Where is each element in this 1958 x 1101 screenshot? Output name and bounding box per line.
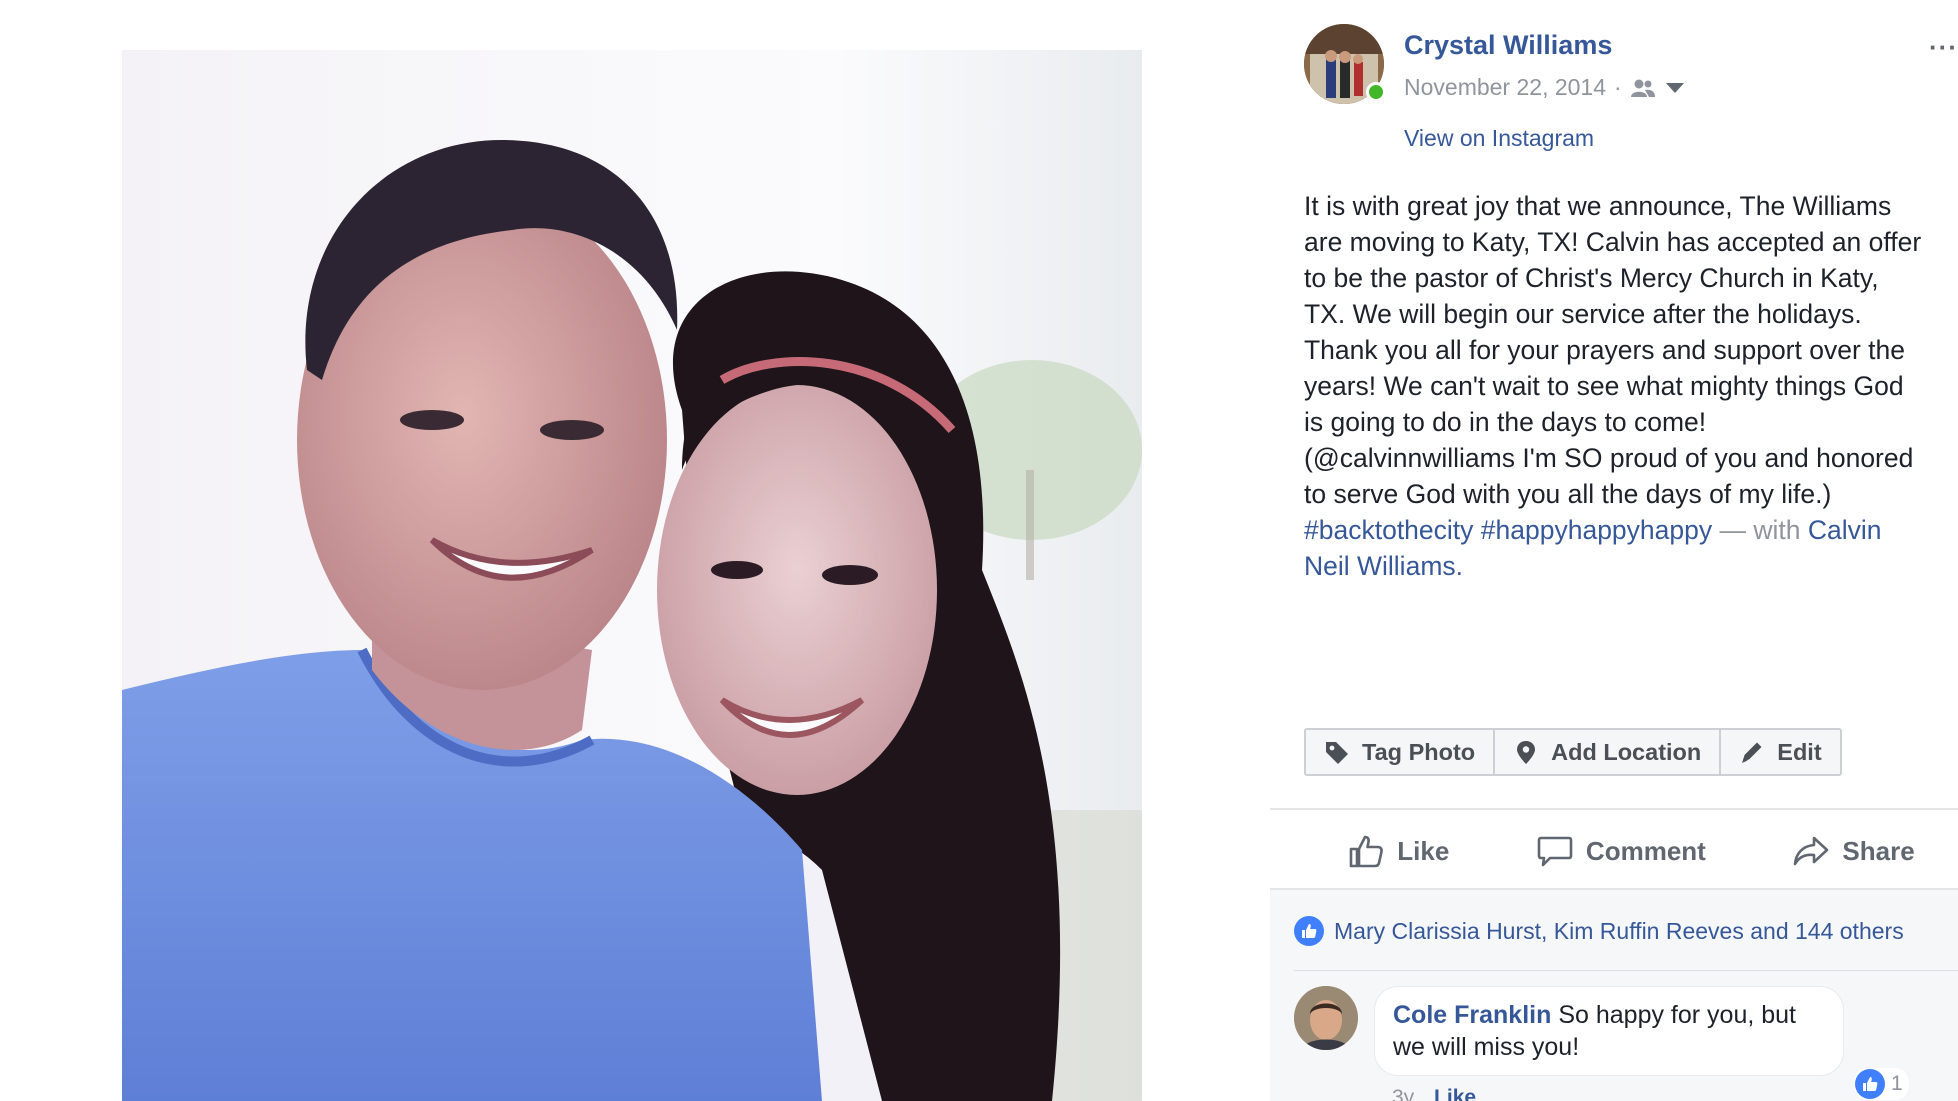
thumbs-up-icon: [1349, 835, 1384, 868]
with-text: — with: [1719, 515, 1801, 545]
like-button[interactable]: Like: [1347, 832, 1449, 870]
comment-like-link[interactable]: Like: [1434, 1086, 1476, 1101]
comment-reaction-count[interactable]: 1: [1854, 1068, 1909, 1100]
share-button[interactable]: Share: [1792, 832, 1915, 870]
hashtag-link[interactable]: #happyhappyhappy: [1481, 515, 1712, 545]
view-on-instagram-link[interactable]: View on Instagram: [1404, 125, 1594, 152]
friends-icon[interactable]: [1630, 78, 1656, 98]
comment-like-count: 1: [1891, 1072, 1903, 1095]
post-caption: It is with great joy that we announce, T…: [1304, 191, 1922, 509]
edit-button[interactable]: Edit: [1721, 730, 1839, 774]
add-location-button[interactable]: Add Location: [1495, 730, 1722, 774]
tag-photo-button[interactable]: Tag Photo: [1306, 730, 1496, 774]
location-pin-icon: [1517, 741, 1536, 764]
post-meta: November 22, 2014 ·: [1404, 74, 1684, 101]
caption-tags: #backtothecity #happyhappyhappy — with C…: [1304, 512, 1958, 584]
share-label: Share: [1842, 835, 1915, 866]
comment-bubble-icon: [1537, 836, 1573, 867]
comment-bubble: Cole Franklin So happy for you, but we w…: [1374, 986, 1844, 1076]
like-label: Like: [1397, 835, 1450, 866]
commenter-name[interactable]: Cole Franklin: [1393, 1001, 1551, 1029]
commenter-avatar[interactable]: [1294, 986, 1358, 1050]
author-name[interactable]: Crystal Williams: [1404, 30, 1612, 61]
divider: [1270, 808, 1958, 810]
photo-actions-group: Tag Photo Add Location Edit: [1304, 728, 1842, 776]
comment-button[interactable]: Comment: [1536, 832, 1706, 870]
divider: [1294, 970, 1958, 971]
share-arrow-icon: [1794, 836, 1829, 866]
comment-time[interactable]: 3y: [1392, 1086, 1414, 1101]
add-location-label: Add Location: [1551, 738, 1702, 765]
like-reaction-icon: [1855, 1069, 1885, 1099]
tag-icon: [1326, 742, 1348, 764]
comment-label: Comment: [1585, 835, 1706, 866]
feedback-section: Mary Clarissia Hurst, Kim Ruffin Reeves …: [1270, 890, 1958, 1101]
post-photo[interactable]: [122, 50, 1142, 1101]
edit-label: Edit: [1777, 738, 1822, 765]
tag-photo-label: Tag Photo: [1362, 738, 1476, 765]
caret-down-icon[interactable]: [1665, 82, 1684, 93]
post-action-bar: Like Comment Share: [1304, 818, 1958, 884]
online-status-dot: [1366, 82, 1386, 102]
comment-meta: 3y Like: [1392, 1086, 1476, 1101]
couple-selfie-image: [122, 50, 1142, 1101]
more-options-button[interactable]: ···: [1929, 32, 1958, 63]
post-date[interactable]: November 22, 2014: [1404, 74, 1606, 101]
tagged-person-link[interactable]: Neil Williams.: [1304, 551, 1463, 581]
hashtag-link[interactable]: #backtothecity: [1304, 515, 1473, 545]
reactions-text: Mary Clarissia Hurst, Kim Ruffin Reeves …: [1334, 917, 1904, 944]
photo-viewer: [0, 0, 1270, 1101]
post-side-panel: Crystal Williams ··· November 22, 2014 ·…: [1270, 0, 1958, 1101]
meta-separator: ·: [1614, 74, 1622, 100]
pencil-icon: [1742, 742, 1762, 763]
like-reaction-icon: [1294, 916, 1324, 946]
tagged-person-link[interactable]: Calvin: [1808, 515, 1882, 545]
reactions-summary[interactable]: Mary Clarissia Hurst, Kim Ruffin Reeves …: [1294, 916, 1904, 946]
